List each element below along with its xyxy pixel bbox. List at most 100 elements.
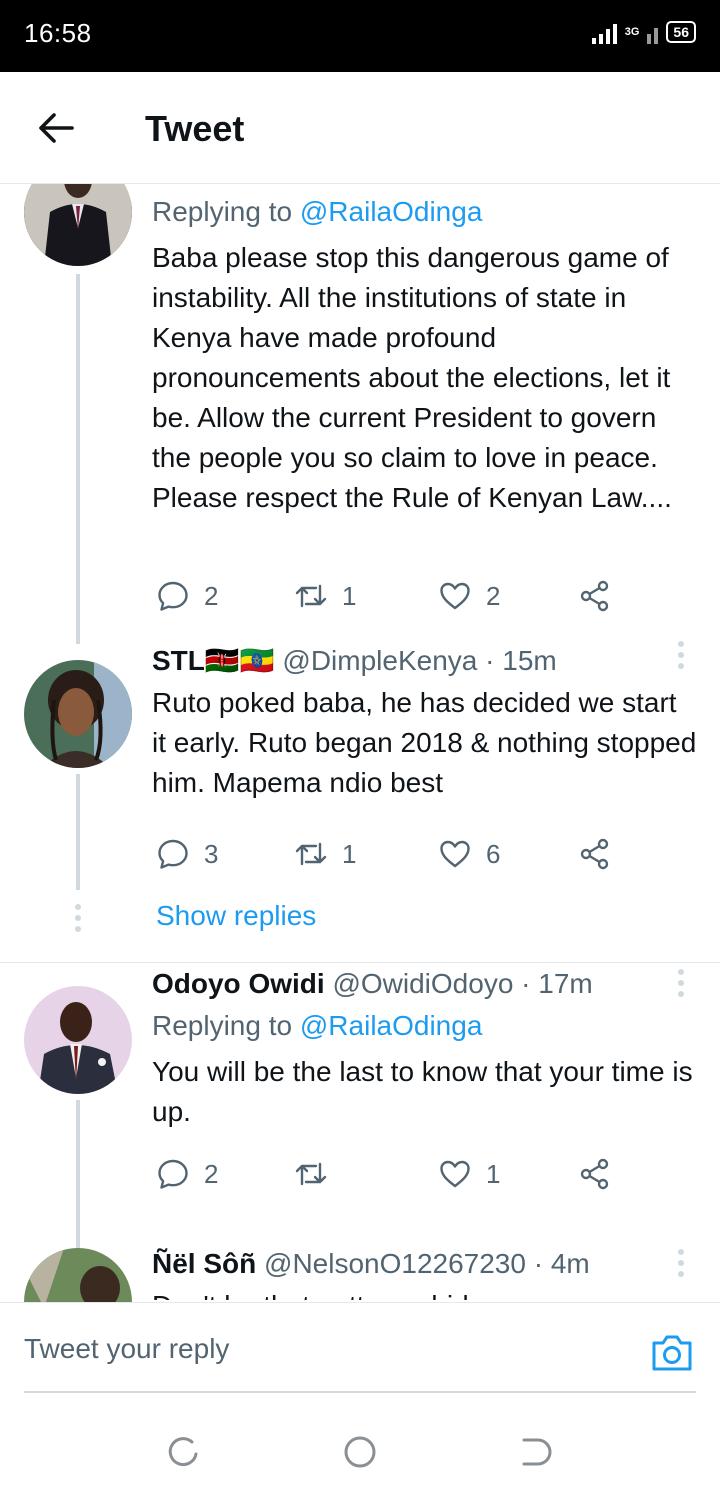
reply-button[interactable]: 2 (156, 1154, 218, 1194)
replying-to-label: Replying to (152, 196, 300, 227)
tweet-item[interactable]: STL🇰🇪🇪🇹 @DimpleKenya · 15m Ruto poked ba… (0, 641, 720, 954)
divider (0, 962, 720, 963)
like-button[interactable]: 2 (438, 576, 500, 616)
reply-composer[interactable]: Tweet your reply (0, 1302, 720, 1394)
reply-button[interactable]: 3 (156, 834, 218, 874)
more-options-icon[interactable] (676, 1248, 686, 1278)
retweet-count: 1 (342, 580, 357, 611)
avatar-photo (24, 1248, 132, 1302)
tweet-content: Ñël Sôñ @NelsonO12267230 · 4m Don't be t… (152, 1246, 698, 1300)
tweet-content: Odoyo Owidi @OwidiOdoyo · 17m Replying t… (152, 966, 698, 1132)
mention-link[interactable]: @RailaOdinga (300, 1010, 483, 1041)
tweet-meta: Ñël Sôñ @NelsonO12267230 · 4m (152, 1248, 590, 1279)
avatar-photo (24, 184, 132, 266)
show-replies-link[interactable]: Show replies (156, 900, 316, 932)
replying-to-label: Replying to (152, 1010, 300, 1041)
avatar[interactable] (24, 986, 132, 1094)
status-time: 16:58 (24, 18, 92, 48)
handle[interactable]: @OwidiOdoyo (332, 968, 513, 999)
heart-icon (440, 840, 470, 868)
retweet-count: 1 (342, 838, 357, 869)
display-name[interactable]: Odoyo Owidi (152, 968, 325, 999)
flags-emoji: 🇰🇪🇪🇹 (204, 645, 275, 676)
timestamp: 17m (538, 968, 593, 999)
retweet-button[interactable]: 1 (294, 834, 356, 874)
reply-icon (158, 839, 188, 869)
like-button[interactable]: 1 (438, 1154, 500, 1194)
recents-icon[interactable] (166, 1434, 202, 1470)
home-icon[interactable] (342, 1434, 378, 1470)
like-button[interactable]: 6 (438, 834, 500, 874)
tweet-text: Ruto poked baba, he has decided we start… (152, 687, 697, 798)
timestamp: 15m (502, 645, 557, 676)
tweet-item[interactable]: Ñël Sôñ @NelsonO12267230 · 4m Don't be t… (0, 1244, 720, 1302)
retweet-icon (295, 842, 327, 866)
share-button[interactable] (578, 576, 612, 616)
tweet-text: Baba please stop this dangerous game of … (152, 242, 672, 513)
reply-icon (158, 1159, 188, 1189)
retweet-icon (295, 584, 327, 608)
thread-dots (75, 904, 81, 937)
system-nav-bar (0, 1394, 720, 1500)
avatar[interactable] (24, 660, 132, 768)
back-arrow-icon[interactable] (36, 108, 76, 148)
reply-count: 3 (204, 838, 219, 869)
like-count: 1 (486, 1158, 501, 1189)
camera-icon[interactable] (650, 1333, 694, 1373)
tweet-meta: Odoyo Owidi @OwidiOdoyo · 17m (152, 968, 593, 999)
tweet-text: Don't be that petty ... chide mary or (152, 1286, 698, 1300)
replying-to: Replying to @RailaOdinga (152, 194, 698, 230)
share-icon (580, 1158, 609, 1190)
tweet-meta: STL🇰🇪🇪🇹 @DimpleKenya · 15m (152, 645, 557, 676)
back-nav-icon[interactable] (518, 1434, 554, 1470)
reply-input[interactable]: Tweet your reply (24, 1333, 229, 1365)
status-bar: 16:58 3G 56 (0, 0, 720, 72)
more-options-icon[interactable] (676, 968, 686, 998)
retweet-icon (295, 1162, 327, 1186)
signal-icon (591, 20, 617, 44)
tweet-content: STL🇰🇪🇪🇹 @DimpleKenya · 15m Ruto poked ba… (152, 643, 698, 803)
network-type: 3G (624, 26, 640, 38)
reply-count: 2 (204, 580, 219, 611)
display-name[interactable]: Ñël Sôñ (152, 1248, 256, 1279)
avatar[interactable] (24, 1248, 132, 1302)
signal-icon-2 (647, 20, 659, 44)
tweet-actions: 2 1 2 (152, 576, 672, 616)
top-app-bar: Tweet (0, 72, 720, 184)
share-button[interactable] (578, 834, 612, 874)
avatar-photo (24, 660, 132, 768)
like-count: 2 (486, 580, 501, 611)
reply-icon (158, 581, 188, 611)
tweet-item[interactable]: Replying to @RailaOdinga Baba please sto… (0, 184, 720, 644)
thread-line (76, 774, 80, 890)
mention-link[interactable]: @RailaOdinga (300, 196, 483, 227)
share-icon (580, 838, 609, 870)
display-name[interactable]: STL (152, 645, 205, 676)
reply-count: 2 (204, 1158, 219, 1189)
heart-icon (440, 1160, 470, 1188)
tweet-item[interactable]: Odoyo Owidi @OwidiOdoyo · 17m Replying t… (0, 968, 720, 1260)
handle[interactable]: @NelsonO12267230 (264, 1248, 526, 1279)
heart-icon (440, 582, 470, 610)
tweet-actions: 2 1 (152, 1154, 672, 1194)
retweet-button[interactable] (294, 1154, 342, 1194)
reply-feed[interactable]: Replying to @RailaOdinga Baba please sto… (0, 184, 720, 1302)
avatar-photo (24, 986, 132, 1094)
tweet-content: Replying to @RailaOdinga Baba please sto… (152, 194, 698, 518)
avatar[interactable] (24, 184, 132, 266)
more-options-icon[interactable] (676, 640, 686, 670)
tweet-text: You will be the last to know that your t… (152, 1056, 693, 1127)
timestamp: 4m (550, 1248, 590, 1279)
share-icon (580, 580, 609, 612)
retweet-button[interactable]: 1 (294, 576, 356, 616)
share-button[interactable] (578, 1154, 612, 1194)
tweet-actions: 3 1 6 (152, 834, 672, 874)
battery-icon: 56 (666, 21, 696, 43)
thread-line (76, 1100, 80, 1260)
reply-button[interactable]: 2 (156, 576, 218, 616)
input-underline (24, 1391, 696, 1393)
handle[interactable]: @DimpleKenya (282, 645, 477, 676)
replying-to: Replying to @RailaOdinga (152, 1008, 698, 1044)
like-count: 6 (486, 838, 501, 869)
status-icons: 3G 56 (591, 20, 696, 44)
